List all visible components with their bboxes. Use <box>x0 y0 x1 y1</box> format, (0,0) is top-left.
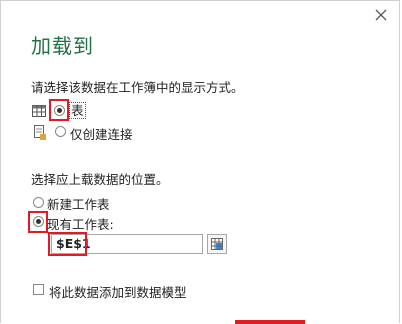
highlight-cell-reference <box>48 232 87 256</box>
highlight-bottom-edge <box>235 320 305 324</box>
connection-only-radio[interactable] <box>55 126 66 137</box>
range-picker-icon <box>211 238 223 250</box>
location-prompt: 选择应上载数据的位置。 <box>31 172 169 187</box>
table-radio[interactable] <box>54 105 65 116</box>
connection-icon <box>34 125 46 140</box>
table-icon <box>32 105 46 117</box>
load-to-dialog: 加载到 请选择该数据在工作簿中的显示方式。 表 仅创建连接 选择应上载数据的位置… <box>0 0 400 324</box>
close-icon[interactable] <box>373 7 389 23</box>
new-worksheet-label[interactable]: 新建工作表 <box>47 194 110 213</box>
existing-worksheet-label[interactable]: 现有工作表: <box>47 214 114 233</box>
range-picker-button[interactable] <box>207 234 227 254</box>
connection-only-label[interactable]: 仅创建连接 <box>70 124 133 143</box>
dialog-title: 加载到 <box>31 34 94 58</box>
new-worksheet-radio[interactable] <box>33 197 44 208</box>
view-prompt: 请选择该数据在工作簿中的显示方式。 <box>31 80 244 95</box>
table-option-label[interactable]: 表 <box>69 102 86 119</box>
existing-worksheet-radio[interactable] <box>33 216 44 227</box>
data-model-label[interactable]: 将此数据添加到数据模型 <box>49 282 187 301</box>
data-model-checkbox[interactable] <box>33 284 44 295</box>
